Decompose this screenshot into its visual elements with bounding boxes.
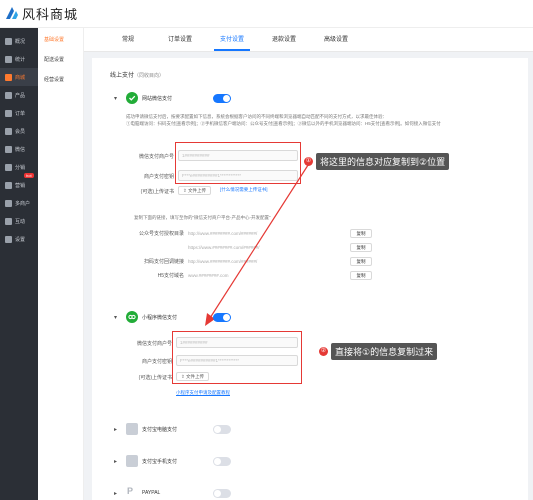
copy-button[interactable]: 复制	[350, 229, 372, 238]
sidebar-item-label: 统计	[15, 56, 26, 63]
sidebar-item-label: 订单	[15, 110, 26, 117]
wechat-pay-title: 网站微信支付	[142, 96, 173, 102]
miniprogram-pay-toggle[interactable]	[213, 313, 231, 322]
member-icon	[5, 127, 12, 135]
product-icon	[5, 91, 12, 99]
sidebar-item-mall[interactable]: 商城	[0, 68, 38, 86]
paypal-icon: P	[127, 486, 134, 496]
order-icon	[5, 109, 12, 117]
sidebar: 概况 统计 商城 产品 订单 会员 微信 分销 hot 营销 多商户 互动 设置	[0, 28, 38, 500]
annotation-text: 将这里的信息对应复制到②位置	[316, 153, 450, 170]
alipay-icon	[126, 423, 138, 435]
section-title: 线上支付（同收目向）	[110, 73, 165, 79]
chevron-right-icon[interactable]: ▸	[114, 458, 117, 465]
hot-badge: hot	[24, 173, 34, 178]
copy-button[interactable]: 复制	[350, 271, 372, 280]
alipay-mobile-title: 支付宝手机支付	[142, 459, 178, 465]
sidebar-item-merchants[interactable]: 多商户	[0, 194, 38, 212]
sidebar-item-wechat[interactable]: 微信	[0, 140, 38, 158]
wechat-pay-icon	[126, 92, 138, 104]
sidebar-item-label: 产品	[15, 92, 26, 99]
marketing-icon	[5, 181, 12, 189]
wechat-pay-notes: 成功申请微信支付后，按要求配置如下信息，系统会根据客户访问的不同终端和浏览器端自…	[126, 113, 511, 127]
sidebar-item-label: 多商户	[15, 200, 31, 207]
chevron-down-icon[interactable]: ▾	[114, 314, 117, 321]
tab-advanced-settings[interactable]: 高级设置	[312, 28, 360, 51]
link-label: 扫码支付回调链接	[143, 259, 184, 265]
sidebar-item-members[interactable]: 会员	[0, 122, 38, 140]
subnav-delivery-settings[interactable]: 配送设置	[38, 50, 83, 70]
interaction-icon	[5, 217, 12, 225]
field-label: (可选)上传证书	[140, 189, 174, 195]
sub-navigation: 基础设置 配送设置 经营设置	[38, 28, 84, 500]
overview-icon	[5, 37, 12, 45]
miniprogram-help-link[interactable]: 小程序支付申请及配置教程	[176, 390, 230, 396]
note-line: 成功申请微信支付后，按要求配置如下信息，系统会根据客户访问的不同终端和浏览器端自…	[126, 114, 387, 119]
sidebar-item-label: 营销	[15, 182, 26, 189]
top-bar: 风科商城	[0, 0, 533, 28]
chevron-right-icon[interactable]: ▸	[114, 426, 117, 433]
sidebar-item-label: 概况	[15, 38, 26, 45]
tab-general[interactable]: 常规	[104, 28, 152, 51]
sidebar-item-marketing[interactable]: hot 营销	[0, 173, 38, 194]
sidebar-item-label: 会员	[15, 128, 26, 135]
annotation-text: 直接将①的信息复制过来	[331, 343, 438, 360]
paypal-title: PAYPAL	[142, 490, 161, 496]
logo-icon	[6, 7, 18, 19]
note-line: ①电脑端访问：扫码支付[查看示例]；②手机微信客户端访问：公众号支付[查看示例]…	[126, 121, 441, 126]
wechat-icon	[5, 145, 12, 153]
tab-payment-settings[interactable]: 支付设置	[208, 28, 256, 51]
sidebar-item-label: 商城	[15, 74, 26, 81]
annotation-box-2	[172, 331, 302, 384]
field-label: (可选)上传证书	[138, 375, 172, 381]
sidebar-item-label: 微信	[15, 146, 26, 153]
stats-icon	[5, 55, 12, 63]
alipay-pc-title: 支付宝电脑支付	[142, 427, 178, 433]
alipay-mobile-toggle[interactable]	[213, 457, 231, 466]
tab-bar: 常规 订单设置 支付设置 退款设置 高级设置	[84, 28, 533, 52]
sidebar-item-interaction[interactable]: 互动	[0, 212, 38, 230]
distribution-icon	[5, 163, 12, 171]
sidebar-item-products[interactable]: 产品	[0, 86, 38, 104]
field-label: 微信支付商户号	[136, 341, 172, 347]
app-title: 风科商城	[22, 7, 79, 23]
sidebar-item-label: 互动	[15, 218, 26, 225]
sidebar-item-label: 设置	[15, 236, 26, 243]
sidebar-item-overview[interactable]: 概况	[0, 32, 38, 50]
link-label: 公众号支付授权目录	[138, 231, 184, 237]
field-label: 微信支付商户号	[138, 154, 174, 160]
sidebar-item-stats[interactable]: 统计	[0, 50, 38, 68]
copy-button[interactable]: 复制	[350, 257, 372, 266]
chevron-right-icon[interactable]: ▸	[114, 490, 117, 497]
tab-order-settings[interactable]: 订单设置	[156, 28, 204, 51]
sidebar-item-orders[interactable]: 订单	[0, 104, 38, 122]
subnav-basic-settings[interactable]: 基础设置	[38, 30, 83, 50]
copy-button[interactable]: 复制	[350, 243, 372, 252]
annotation-number: ②	[319, 347, 328, 356]
tab-refund-settings[interactable]: 退款设置	[260, 28, 308, 51]
annotation-arrow	[205, 161, 311, 326]
section-hint: （同收目向）	[134, 73, 165, 79]
field-label: 商户支付密钥	[143, 174, 174, 180]
sidebar-item-settings[interactable]: 设置	[0, 230, 38, 248]
annotation-callout-1: ① 将这里的信息对应复制到②位置	[304, 153, 450, 170]
alipay-pc-toggle[interactable]	[213, 425, 231, 434]
chevron-down-icon[interactable]: ▾	[114, 95, 117, 102]
sidebar-item-label: 分销	[15, 164, 26, 171]
paypal-toggle[interactable]	[213, 489, 231, 498]
subnav-business-settings[interactable]: 经营设置	[38, 70, 83, 90]
annotation-callout-2: ② 直接将①的信息复制过来	[319, 343, 438, 360]
wechat-pay-toggle[interactable]	[213, 94, 231, 103]
gear-icon	[5, 235, 12, 243]
field-label: 商户支付密钥	[141, 359, 172, 365]
payment-settings-panel: 线上支付（同收目向） ▾ 网站微信支付 成功申请微信支付后，按要求配置如下信息，…	[92, 58, 528, 500]
shop-icon	[5, 73, 12, 81]
merchant-icon	[5, 199, 12, 207]
miniprogram-pay-title: 小程序微信支付	[142, 315, 178, 321]
logo[interactable]: 风科商城	[4, 2, 78, 24]
alipay-icon	[126, 455, 138, 467]
link-label: H5支付域名	[157, 273, 184, 279]
miniprogram-icon	[126, 311, 138, 323]
